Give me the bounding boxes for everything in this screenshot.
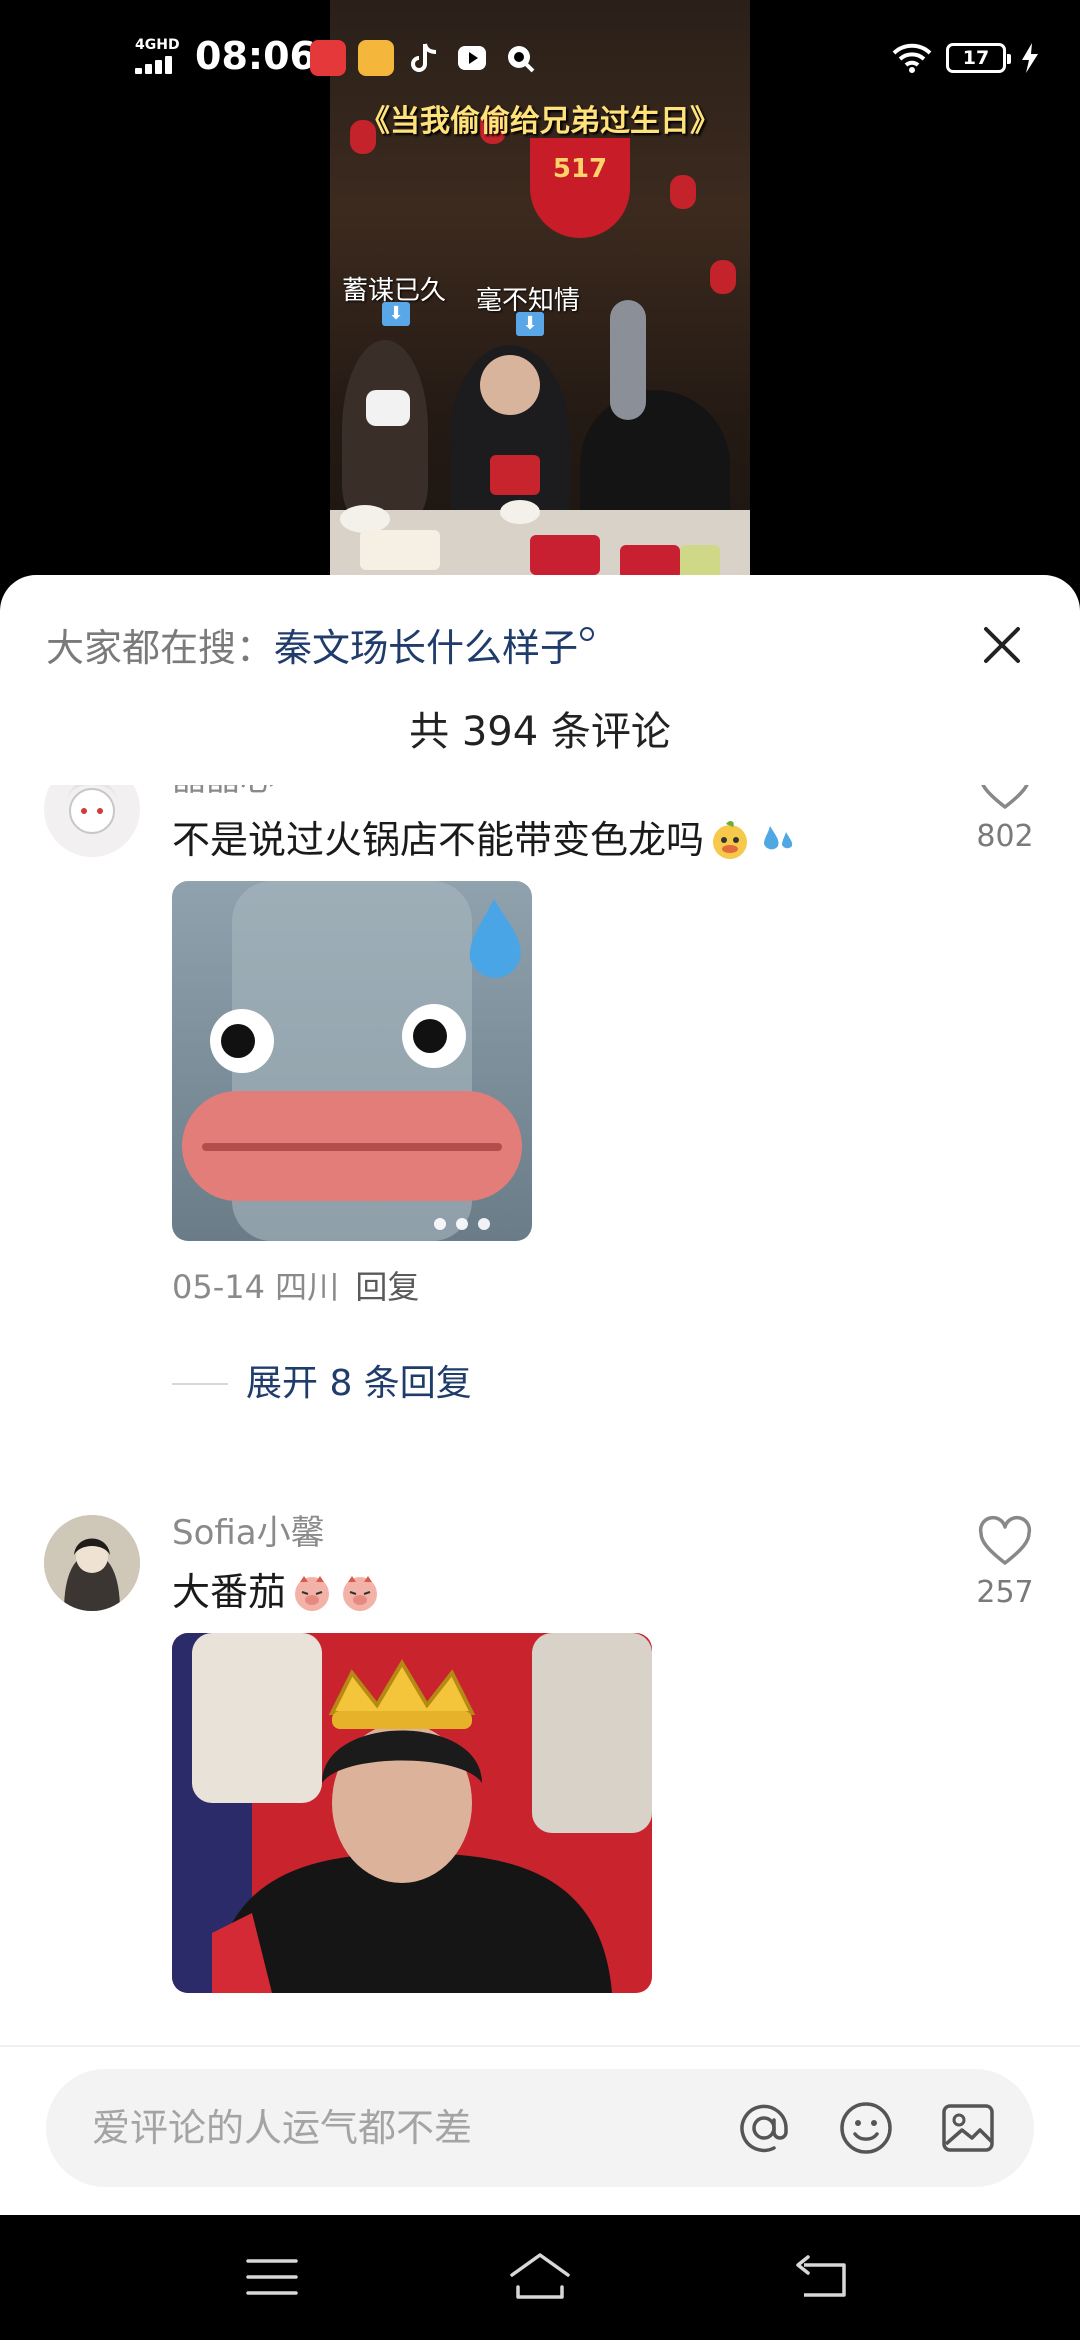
battery-icon: 17 <box>946 43 1011 73</box>
arrow-down-icon: ⬇ <box>382 302 410 326</box>
comment-text: 不是说过火锅店不能带变色龙吗 <box>172 815 800 865</box>
wifi-icon <box>892 43 932 73</box>
pig-emoji <box>338 1570 382 1614</box>
search-icon <box>580 627 595 641</box>
close-icon <box>984 627 1020 663</box>
face <box>480 355 540 415</box>
smiley-icon[interactable] <box>836 2098 896 2158</box>
lantern <box>670 175 696 209</box>
trending-search-prefix: 大家都在搜： <box>46 626 275 670</box>
comment-input[interactable]: 爱评论的人运气都不差 <box>46 2069 1034 2187</box>
like-button[interactable]: 802 <box>960 785 1050 857</box>
menu-button[interactable] <box>240 2245 304 2309</box>
trending-search-query[interactable]: 秦文玚长什么样子 <box>274 626 578 670</box>
comment-meta: 05-14 四川 回复 <box>172 1265 419 1309</box>
red-app-icon <box>310 40 346 76</box>
comment-image[interactable] <box>172 881 532 1241</box>
back-icon <box>796 2255 846 2297</box>
charging-bolt-icon <box>1022 43 1038 73</box>
reply-button[interactable]: 回复 <box>355 1268 419 1306</box>
like-count: 802 <box>976 819 1034 854</box>
notification-icons <box>310 40 538 76</box>
cellular-signal-icon: 4GHD <box>135 38 185 74</box>
comment-image[interactable] <box>172 1633 652 1993</box>
plate <box>500 500 540 524</box>
person <box>342 340 428 520</box>
green-app-icon <box>358 40 394 76</box>
system-navigation-bar <box>0 2215 1080 2340</box>
comments-list[interactable]: 晶晶心 不是说过火锅店不能带变色龙吗 <box>0 785 1080 2075</box>
video-play-icon <box>454 40 490 76</box>
divider-line <box>172 1383 228 1385</box>
face-mask <box>366 390 410 426</box>
search-app-icon <box>502 40 538 76</box>
plate <box>340 505 390 533</box>
comment-text-content: 不是说过火锅店不能带变色龙吗 <box>172 818 705 862</box>
comment-date: 05-14 <box>172 1268 265 1306</box>
close-button[interactable] <box>972 615 1032 675</box>
comment-text: 大番茄 <box>172 1567 382 1617</box>
back-button[interactable] <box>790 2245 854 2309</box>
restaurant-banner: 517 <box>530 138 630 238</box>
tiktok-icon <box>406 40 442 76</box>
avatar[interactable] <box>44 1515 140 1611</box>
heart-icon <box>981 785 1029 809</box>
comment-input-placeholder: 爱评论的人运气都不差 <box>92 2106 473 2150</box>
sweat-drops-emoji <box>756 818 800 862</box>
comment-text-content: 大番茄 <box>172 1570 287 1614</box>
pig-emoji <box>290 1570 334 1614</box>
menu-icon <box>246 2259 298 2295</box>
apron-logo <box>490 455 540 495</box>
like-count: 257 <box>976 1575 1034 1610</box>
comment-username[interactable]: 晶晶心 <box>172 785 274 801</box>
at-icon[interactable] <box>734 2098 794 2158</box>
clock: 08:06 <box>195 34 316 78</box>
home-button[interactable] <box>508 2245 572 2309</box>
person <box>610 300 646 420</box>
image-icon[interactable] <box>938 2098 998 2158</box>
food-plate <box>530 535 600 575</box>
home-icon <box>510 2253 570 2299</box>
avatar[interactable] <box>44 785 140 857</box>
comments-sheet: 大家都在搜：秦文玚长什么样子 共 394 条评论 晶晶心 不是说过火锅店不能带变… <box>0 575 1080 2215</box>
expand-replies-button[interactable]: 展开 8 条回复 <box>172 1360 472 1408</box>
comment-location: 四川 <box>275 1268 340 1306</box>
food-plate <box>620 545 680 579</box>
arrow-down-icon: ⬇ <box>516 312 544 336</box>
comment-count: 共 394 条评论 <box>409 709 671 755</box>
duck-emoji <box>708 818 752 862</box>
heart-icon <box>978 1515 1032 1565</box>
network-type: 4GHD <box>135 37 180 53</box>
menu-card <box>360 530 440 570</box>
status-bar: 4GHD 08:06 17 <box>0 0 1080 120</box>
comment-input-bar: 爱评论的人运气都不差 <box>0 2045 1080 2215</box>
like-button[interactable]: 257 <box>960 1515 1050 1613</box>
trending-search[interactable]: 大家都在搜：秦文玚长什么样子 <box>46 623 595 673</box>
lantern <box>710 260 736 294</box>
comment-username[interactable]: Sofia小馨 <box>172 1511 325 1555</box>
expand-replies-label: 展开 8 条回复 <box>246 1363 472 1404</box>
